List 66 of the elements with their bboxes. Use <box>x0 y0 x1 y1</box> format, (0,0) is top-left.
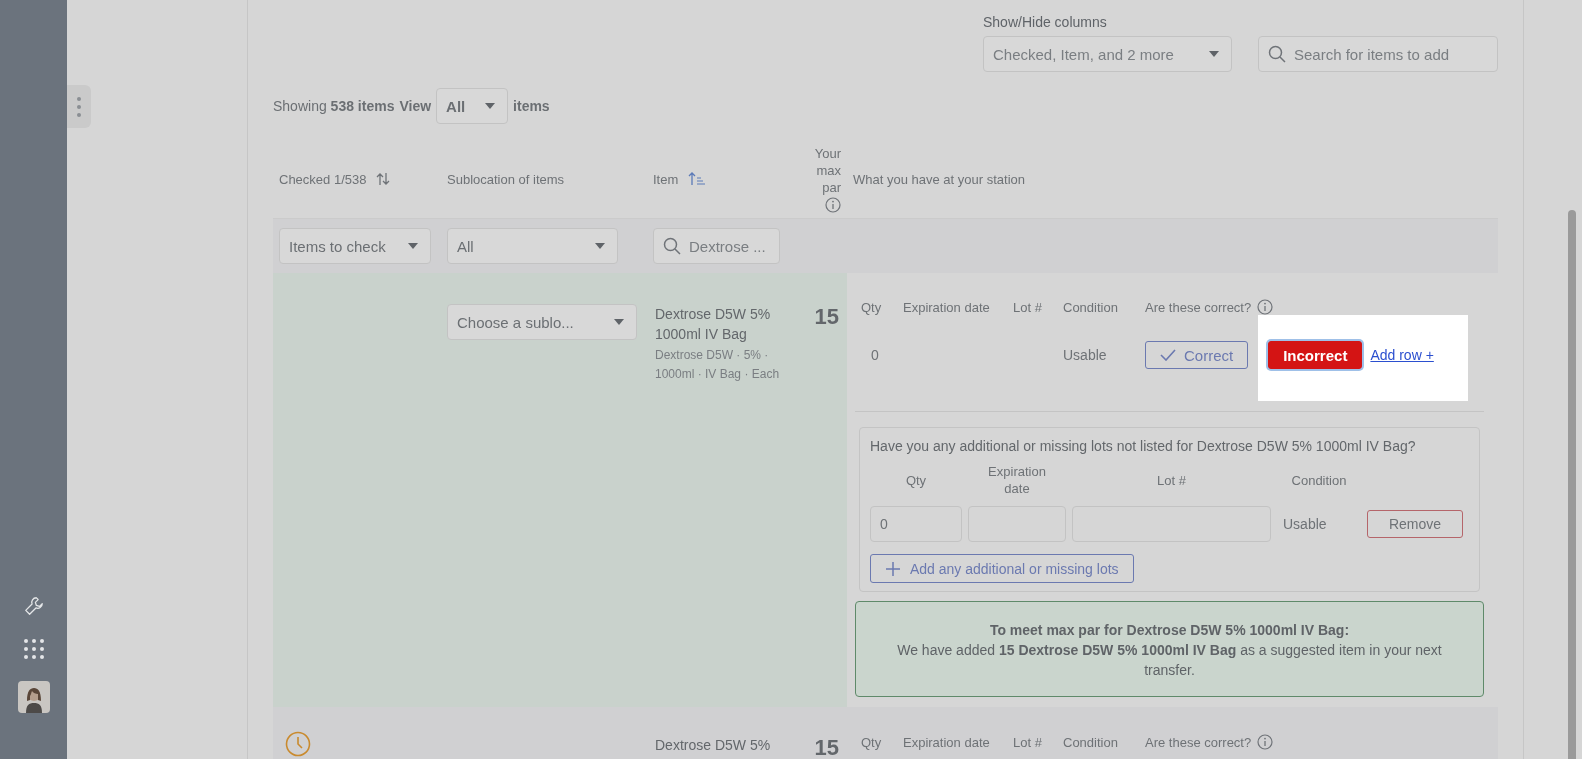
notice-title: To meet max par for Dextrose D5W 5% 1000ml IV Bag: <box>989 621 1350 640</box>
max-par-value: 15 <box>814 735 839 759</box>
item-filter-field[interactable]: Dextrose ... <box>653 228 780 264</box>
caret-icon <box>1209 51 1219 57</box>
column-label: Expiration date <box>903 299 991 315</box>
item-detail: Dextrose D5W · 5% · 1000ml · IV Bag · Each <box>655 347 781 383</box>
summary-suffix: items <box>513 98 550 114</box>
column-header: What you have at your station <box>853 171 1025 187</box>
qty-field[interactable]: 0 <box>870 506 962 542</box>
field-label: Show/Hide columns <box>983 14 1108 30</box>
columns-dropdown[interactable]: Checked, Item, and 2 more <box>983 36 1232 72</box>
column-header: Sublocation of items <box>447 171 565 187</box>
incorrect-button[interactable]: Incorrect <box>1268 341 1363 369</box>
column-label: Lot # <box>1013 734 1043 750</box>
add-row-link[interactable]: Add row + <box>1370 347 1434 363</box>
sort-icon[interactable] <box>376 172 391 186</box>
check-icon <box>1160 349 1176 361</box>
item-name: Dextrose D5W 5% 1000ml IV Bag <box>655 305 772 344</box>
checked-filter[interactable]: Items to check <box>279 228 431 264</box>
column-header: Your max par <box>813 145 841 196</box>
search-icon <box>663 237 681 255</box>
info-icon <box>1257 734 1274 750</box>
app-grid-icon[interactable] <box>23 639 44 659</box>
view-label: View <box>399 98 432 114</box>
column-label: Lot # <box>1013 299 1043 315</box>
caret-icon <box>408 243 418 249</box>
sort-ascending-icon[interactable] <box>688 172 707 186</box>
column-label: Are these correct? <box>1145 734 1252 750</box>
search-icon <box>1268 45 1286 63</box>
info-icon <box>1257 299 1274 315</box>
more-icon <box>77 95 81 118</box>
summary-text: Showing 538 items <box>273 98 395 114</box>
condition-value: Usable <box>1282 516 1328 532</box>
column-label: Qty <box>904 472 928 488</box>
notice-text: We have added 15 Dextrose D5W 5% 1000ml IV Bag as a suggested item in your next transfer. <box>896 641 1443 680</box>
user-avatar[interactable] <box>17 681 50 713</box>
drawer-handle[interactable] <box>67 85 91 128</box>
caret-icon <box>485 103 496 109</box>
column-label: Condition <box>1290 472 1348 488</box>
column-label: Expiration date <box>987 463 1047 497</box>
column-header: Item <box>653 171 679 187</box>
column-label: Qty <box>861 734 883 750</box>
column-label: Are these correct? <box>1145 299 1252 315</box>
caret-icon <box>614 319 624 325</box>
correct-button[interactable]: Correct <box>1145 341 1249 369</box>
column-label: Expiration date <box>903 734 991 750</box>
question-text: Have you any additional or missing lots not listed for Dextrose D5W 5% 1000ml IV Bag? <box>870 438 1417 454</box>
column-header: Checked 1/538 <box>279 171 367 187</box>
sublocation-filter[interactable]: All <box>447 228 618 264</box>
view-dropdown[interactable]: All <box>436 88 509 124</box>
column-label: Condition <box>1063 734 1119 750</box>
condition-value: Usable <box>1063 347 1108 363</box>
caret-icon <box>595 243 605 249</box>
sublocation-dropdown[interactable]: Choose a sublo... <box>447 304 637 340</box>
add-lots-button[interactable]: Add any additional or missing lots <box>870 554 1134 583</box>
remove-button[interactable]: Remove <box>1367 510 1463 538</box>
qty-value: 0 <box>870 347 880 363</box>
info-icon <box>825 197 841 213</box>
column-label: Lot # <box>1156 472 1187 488</box>
max-par-value: 15 <box>814 304 839 329</box>
plus-icon <box>885 560 901 577</box>
wrench-icon[interactable] <box>22 595 45 617</box>
column-label: Qty <box>861 299 883 315</box>
search-field[interactable]: Search for items to add <box>1258 36 1498 72</box>
item-name: Dextrose D5W 5% <box>655 736 772 755</box>
column-label: Condition <box>1063 299 1119 315</box>
